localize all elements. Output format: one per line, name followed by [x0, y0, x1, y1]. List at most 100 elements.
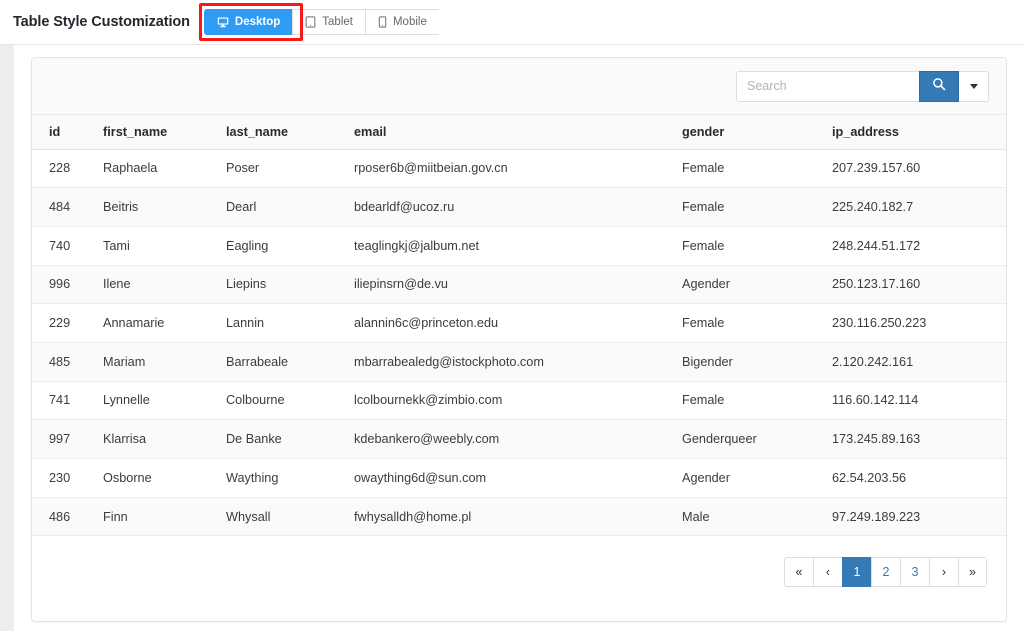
cell-id: 740 — [32, 226, 95, 266]
cell-last-name: Colbourne — [218, 381, 346, 421]
cell-first-name: Finn — [95, 497, 218, 537]
cell-id: 228 — [32, 149, 95, 189]
cell-last-name: Liepins — [218, 265, 346, 305]
search-button[interactable] — [919, 70, 959, 102]
cell-email: teaglingkj@jalbum.net — [346, 226, 674, 266]
cell-id: 485 — [32, 342, 95, 382]
cell-gender: Female — [674, 149, 824, 189]
device-switcher: Desktop Tablet Mobile — [198, 3, 439, 41]
table-row[interactable]: 229 Annamarie Lannin alannin6c@princeton.ed… — [32, 303, 1006, 343]
cell-ip-address: 2.120.242.161 — [824, 342, 1006, 382]
cell-email: bdearldf@ucoz.ru — [346, 187, 674, 227]
cell-gender: Female — [674, 226, 824, 266]
top-bar: Table Style Customization Desktop Tablet… — [0, 0, 1024, 45]
table-row[interactable]: 741 Lynnelle Colbourne lcolbournekk@zimbio.… — [32, 381, 1006, 421]
table-panel: id first_name last_name email gender ip_… — [31, 57, 1007, 622]
table-row[interactable]: 484 Beitris Dearl bdearldf@ucoz.ru Female 225… — [32, 187, 1006, 227]
table-row[interactable]: 996 Ilene Liepins iliepinsrn@de.vu Agender 25… — [32, 265, 1006, 305]
pagination-first[interactable]: « — [784, 556, 813, 587]
table-row[interactable]: 740 Tami Eagling teaglingkj@jalbum.net Femal… — [32, 226, 1006, 266]
pagination-prev[interactable]: ‹ — [813, 556, 842, 587]
device-label-mobile: Mobile — [392, 16, 427, 28]
cell-id: 229 — [32, 303, 95, 343]
column-header-first-name[interactable]: first_name — [95, 115, 218, 150]
cell-ip-address: 225.240.182.7 — [824, 187, 1006, 227]
column-header-id[interactable]: id — [32, 115, 95, 150]
cell-first-name: Tami — [95, 226, 218, 266]
cell-gender: Female — [674, 381, 824, 421]
tablet-icon — [305, 16, 316, 28]
cell-id: 997 — [32, 419, 95, 459]
cell-email: lcolbournekk@zimbio.com — [346, 381, 674, 421]
device-label-desktop: Desktop — [234, 16, 281, 28]
pagination-page-3[interactable]: 3 — [900, 556, 929, 587]
pagination: «‹ 1 2 3 ›» — [784, 556, 987, 587]
cell-first-name: Annamarie — [95, 303, 218, 343]
cell-ip-address: 116.60.142.114 — [824, 381, 1006, 421]
cell-last-name: Eagling — [218, 226, 346, 266]
search-icon — [932, 77, 946, 96]
table-row[interactable]: 230 Osborne Waything owaything6d@sun.com Age… — [32, 458, 1006, 498]
cell-email: owaything6d@sun.com — [346, 458, 674, 498]
cell-last-name: Poser — [218, 149, 346, 189]
desktop-icon — [217, 16, 229, 28]
table-row[interactable]: 228 Raphaela Poser rposer6b@miitbeian.gov.c… — [32, 149, 1006, 189]
cell-ip-address: 207.239.157.60 — [824, 149, 1006, 189]
cell-last-name: Dearl — [218, 187, 346, 227]
cell-email: kdebankero@weebly.com — [346, 419, 674, 459]
table-row[interactable]: 485 Mariam Barrabeale mbarrabealedg@istockp… — [32, 342, 1006, 382]
device-button-tablet[interactable]: Tablet — [292, 9, 365, 35]
cell-gender: Male — [674, 497, 824, 537]
search-options-button[interactable] — [959, 70, 989, 102]
cell-ip-address: 250.123.17.160 — [824, 265, 1006, 305]
pagination-last[interactable]: » — [958, 556, 987, 587]
search-input[interactable] — [736, 70, 919, 102]
cell-id: 996 — [32, 265, 95, 305]
cell-last-name: Whysall — [218, 497, 346, 537]
cell-first-name: Mariam — [95, 342, 218, 382]
device-button-desktop[interactable]: Desktop — [203, 9, 293, 35]
cell-first-name: Ilene — [95, 265, 218, 305]
cell-last-name: De Banke — [218, 419, 346, 459]
pagination-page-2[interactable]: 2 — [871, 556, 900, 587]
pagination-next[interactable]: › — [929, 556, 958, 587]
cell-gender: Genderqueer — [674, 419, 824, 459]
cell-last-name: Lannin — [218, 303, 346, 343]
cell-email: iliepinsrn@de.vu — [346, 265, 674, 305]
column-header-ip-address[interactable]: ip_address — [824, 115, 1006, 150]
device-button-mobile[interactable]: Mobile — [364, 9, 439, 35]
table-head: id first_name last_name email gender ip_… — [32, 115, 1006, 150]
cell-first-name: Osborne — [95, 458, 218, 498]
cell-gender: Female — [674, 187, 824, 227]
cell-ip-address: 97.249.189.223 — [824, 497, 1006, 537]
cell-gender: Agender — [674, 265, 824, 305]
search-group — [736, 70, 989, 102]
data-table: id first_name last_name email gender ip_… — [32, 115, 1006, 537]
cell-ip-address: 248.244.51.172 — [824, 226, 1006, 266]
pagination-page-1[interactable]: 1 — [842, 556, 871, 587]
column-header-gender[interactable]: gender — [674, 115, 824, 150]
table-row[interactable]: 486 Finn Whysall fwhysalldh@home.pl Male 97.2… — [32, 497, 1006, 537]
column-header-last-name[interactable]: last_name — [218, 115, 346, 150]
cell-id: 741 — [32, 381, 95, 421]
cell-ip-address: 62.54.203.56 — [824, 458, 1006, 498]
table-footer: «‹ 1 2 3 ›» — [32, 536, 1006, 608]
content-canvas: id first_name last_name email gender ip_… — [14, 45, 1024, 631]
device-label-tablet: Tablet — [322, 16, 353, 28]
page-title: Table Style Customization — [13, 14, 190, 30]
cell-gender: Agender — [674, 458, 824, 498]
table-row[interactable]: 997 Klarrisa De Banke kdebankero@weebly.com… — [32, 419, 1006, 459]
cell-first-name: Lynnelle — [95, 381, 218, 421]
column-header-email[interactable]: email — [346, 115, 674, 150]
cell-gender: Bigender — [674, 342, 824, 382]
cell-ip-address: 230.116.250.223 — [824, 303, 1006, 343]
cell-id: 484 — [32, 187, 95, 227]
table-body: 228 Raphaela Poser rposer6b@miitbeian.gov.c… — [32, 149, 1006, 537]
table-header-row: id first_name last_name email gender ip_… — [32, 115, 1006, 150]
cell-id: 230 — [32, 458, 95, 498]
cell-gender: Female — [674, 303, 824, 343]
cell-id: 486 — [32, 497, 95, 537]
table-toolbar — [32, 58, 1006, 115]
cell-last-name: Barrabeale — [218, 342, 346, 382]
cell-last-name: Waything — [218, 458, 346, 498]
